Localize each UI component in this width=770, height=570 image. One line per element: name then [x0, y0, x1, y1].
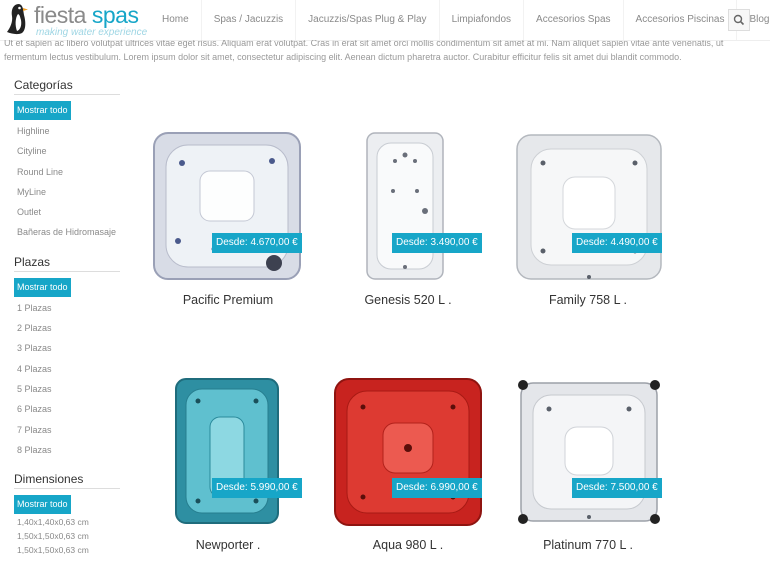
filter-2-plazas[interactable]: 2 Plazas — [14, 318, 120, 338]
filter-dimension[interactable]: 1,50x1,50x0,63 cm — [14, 543, 120, 557]
facet-title-dimensiones: Dimensiones — [14, 472, 120, 490]
filter-4-plazas[interactable]: 4 Plazas — [14, 359, 120, 379]
filters-sidebar: Categorías Mostrar todo Highline Citylin… — [14, 78, 120, 569]
product-card[interactable]: Desde: 7.500,00 € Platinum 770 L . — [498, 373, 678, 563]
brand-name: fiesta spas — [34, 2, 139, 28]
search-button[interactable] — [728, 9, 750, 31]
product-card[interactable]: Desde: 6.990,00 € Aqua 980 L . — [318, 373, 498, 563]
nav-accesorios-spas[interactable]: Accesorios Spas — [523, 0, 622, 40]
facet-title-categorias: Categorías — [14, 78, 120, 95]
product-card[interactable]: Desde: 4.490,00 € Family 758 L . — [498, 128, 678, 318]
spa-image — [516, 134, 662, 280]
show-all-dimensiones-button[interactable]: Mostrar todo — [14, 495, 71, 515]
intro-text: Ut et sapien ac libero volutpat ultrices… — [4, 38, 724, 62]
filter-outlet[interactable]: Outlet — [14, 202, 120, 222]
price-badge: Desde: 3.490,00 € — [392, 233, 482, 253]
site-logo[interactable]: fiesta spas making water experience — [4, 2, 154, 38]
filter-6-plazas[interactable]: 6 Plazas — [14, 399, 120, 419]
facet-categorias: Categorías Mostrar todo Highline Citylin… — [14, 78, 120, 243]
filter-5-plazas[interactable]: 5 Plazas — [14, 379, 120, 399]
facet-dimensiones: Dimensiones Mostrar todo 1,40x1,40x0,63 … — [14, 472, 120, 557]
product-card[interactable]: Desde: 4.670,00 € Pacific Premium — [138, 128, 318, 318]
filter-dimension[interactable]: 1,40x1,40x0,63 cm — [14, 515, 120, 529]
facet-title-plazas: Plazas — [14, 255, 120, 272]
product-name[interactable]: Aqua 980 L . — [318, 538, 498, 552]
product-card[interactable]: Desde: 3.490,00 € Genesis 520 L . — [318, 128, 498, 318]
spa-image — [334, 378, 482, 526]
site-header: fiesta spas making water experience Home… — [0, 0, 770, 40]
nav-plug-and-play[interactable]: Jacuzzis/Spas Plug & Play — [295, 0, 438, 40]
spa-image — [175, 378, 279, 524]
product-name[interactable]: Platinum 770 L . — [498, 538, 678, 552]
show-all-plazas-button[interactable]: Mostrar todo — [14, 277, 71, 297]
filter-3-plazas[interactable]: 3 Plazas — [14, 338, 120, 358]
product-name[interactable]: Genesis 520 L . — [318, 293, 498, 307]
product-card[interactable]: Desde: 5.990,00 € Newporter . — [138, 373, 318, 563]
price-badge: Desde: 6.990,00 € — [392, 478, 482, 498]
product-name[interactable]: Family 758 L . — [498, 293, 678, 307]
spa-image — [518, 380, 660, 524]
price-badge: Desde: 4.490,00 € — [572, 233, 662, 253]
filter-highline[interactable]: Highline — [14, 121, 120, 141]
product-name[interactable]: Pacific Premium — [138, 293, 318, 307]
nav-home[interactable]: Home — [150, 0, 201, 40]
facet-plazas: Plazas Mostrar todo 1 Plazas 2 Plazas 3 … — [14, 255, 120, 460]
price-badge: Desde: 7.500,00 € — [572, 478, 662, 498]
filter-8-plazas[interactable]: 8 Plazas — [14, 440, 120, 460]
spa-image — [153, 132, 301, 280]
filter-dimension[interactable]: 1,50x1,50x0,63 cm — [14, 529, 120, 543]
filter-1-plazas[interactable]: 1 Plazas — [14, 298, 120, 318]
brand-tagline: making water experience — [36, 27, 148, 38]
filter-baneras-hidromasaje[interactable]: Bañeras de Hidromasaje — [14, 222, 120, 242]
filter-myline[interactable]: MyLine — [14, 182, 120, 202]
main-nav: Home Spas / Jacuzzis Jacuzzis/Spas Plug … — [150, 0, 770, 40]
nav-spas-jacuzzis[interactable]: Spas / Jacuzzis — [200, 0, 295, 40]
filter-7-plazas[interactable]: 7 Plazas — [14, 420, 120, 440]
price-badge: Desde: 5.990,00 € — [212, 478, 302, 498]
show-all-categorias-button[interactable]: Mostrar todo — [14, 101, 71, 120]
price-badge: Desde: 4.670,00 € — [212, 233, 302, 253]
nav-accesorios-piscinas[interactable]: Accesorios Piscinas — [622, 0, 737, 40]
search-icon — [733, 14, 745, 26]
filter-cityline[interactable]: Cityline — [14, 141, 120, 161]
product-name[interactable]: Newporter . — [138, 538, 318, 552]
nav-limpiafondos[interactable]: Limpiafondos — [438, 0, 523, 40]
penguin-logo-icon — [7, 4, 28, 35]
filter-round-line[interactable]: Round Line — [14, 162, 120, 182]
spa-image — [366, 132, 444, 280]
